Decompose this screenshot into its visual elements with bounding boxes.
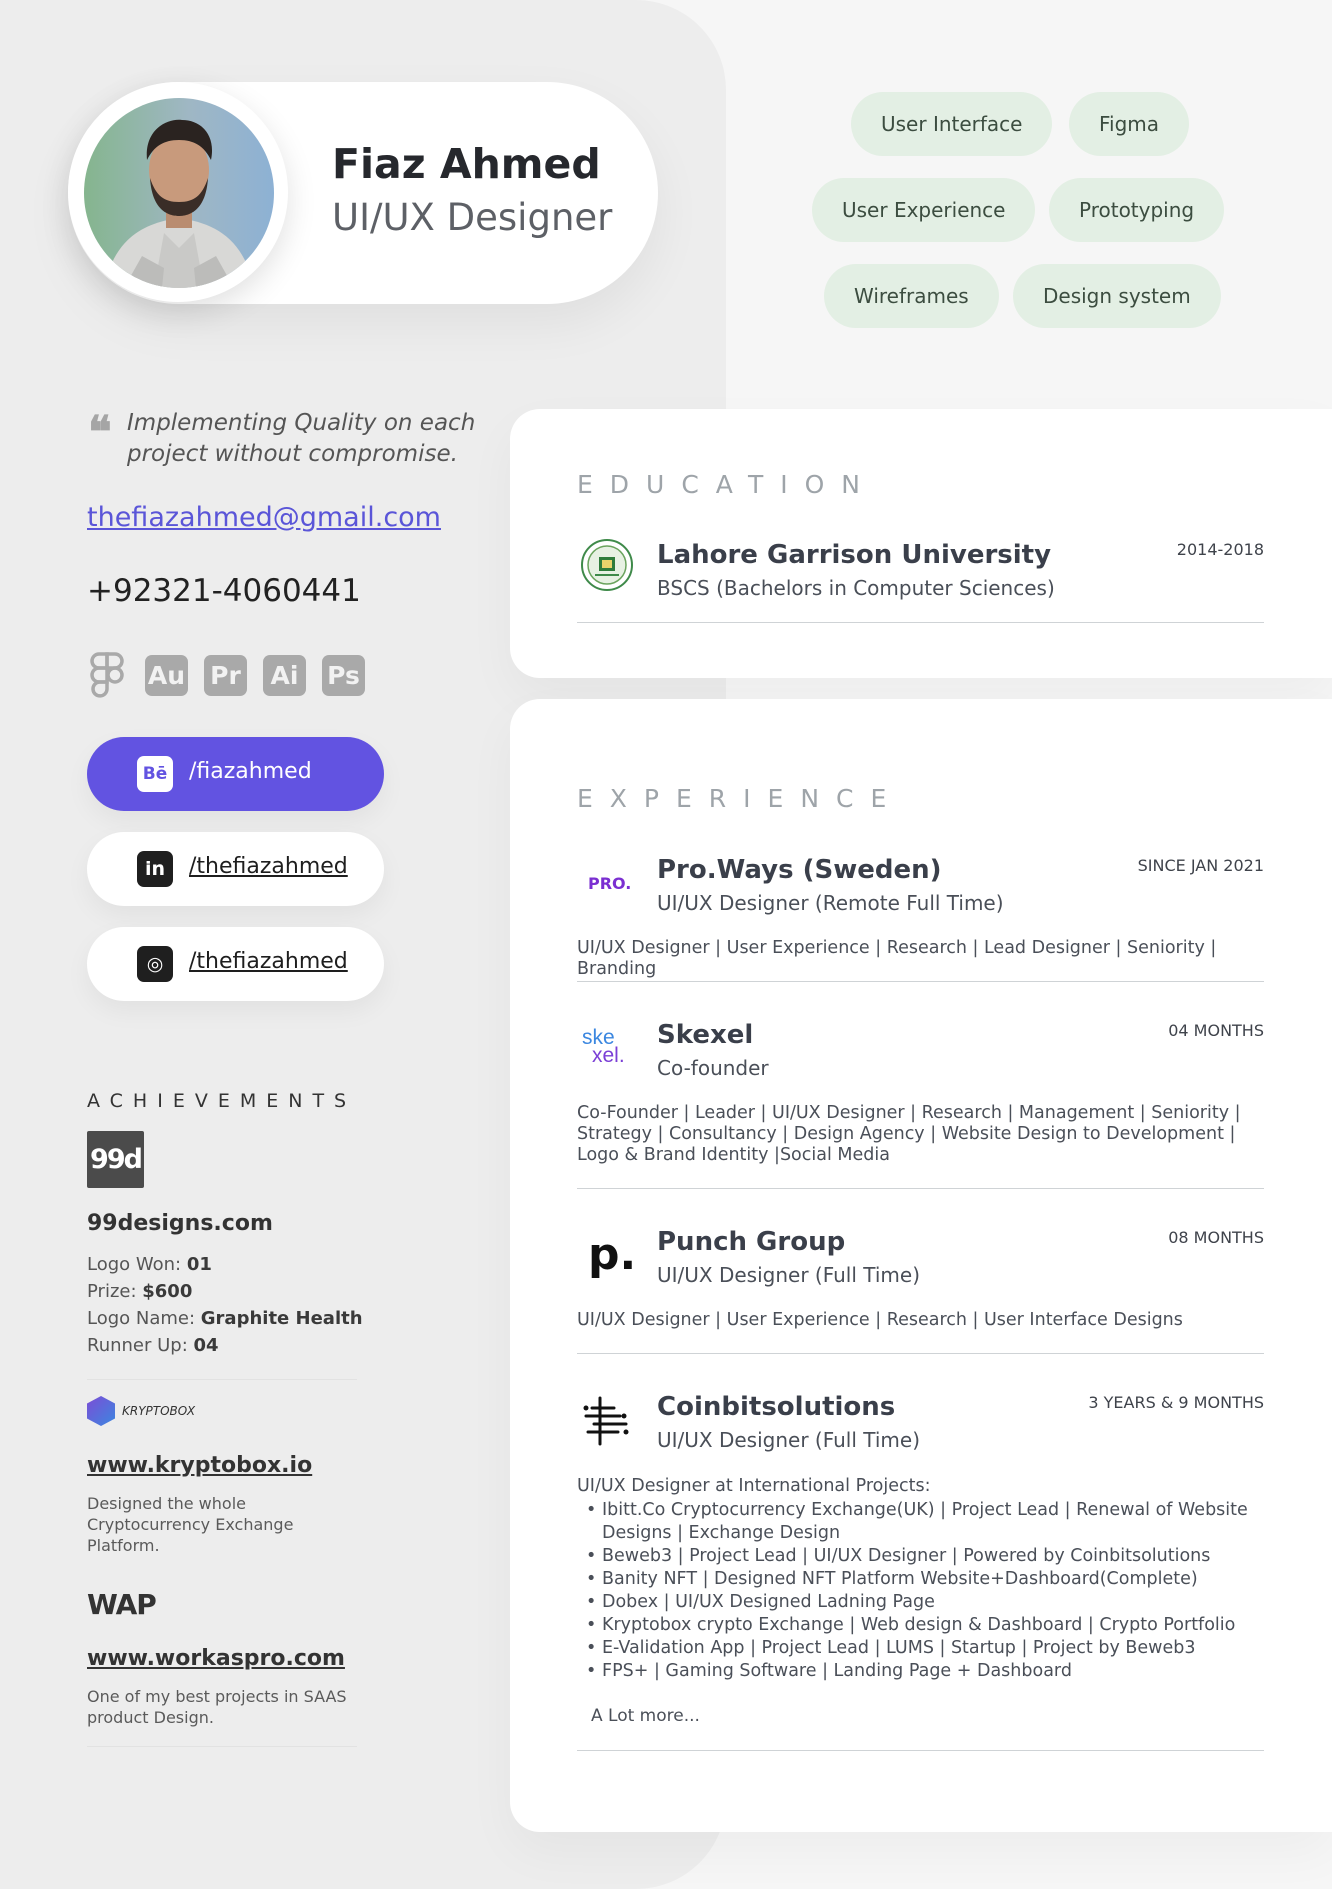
illustrator-icon: Ai <box>263 655 306 696</box>
job-description: UI/UX Designer | User Experience | Resea… <box>577 1310 1183 1330</box>
job-duration: 08 MONTHS <box>1168 1228 1264 1247</box>
job-role: UI/UX Designer (Remote Full Time) <box>657 891 1004 915</box>
achievement-line: Logo Won: 01 <box>87 1254 212 1275</box>
list-item: Dobex | UI/UX Designed Ladning Page <box>577 1591 1277 1614</box>
achievements-heading: ACHIEVEMENTS <box>87 1090 357 1112</box>
skill-tag: Prototyping <box>1049 178 1225 242</box>
figma-icon <box>90 652 124 702</box>
divider <box>577 1188 1264 1189</box>
divider <box>577 1750 1264 1751</box>
linkedin-icon: in <box>137 851 173 887</box>
job-role: UI/UX Designer (Full Time) <box>657 1428 921 1452</box>
skexel-logo: ske xel. <box>580 1022 634 1076</box>
school-name: Lahore Garrison University <box>657 540 1052 570</box>
job-duration: 04 MONTHS <box>1168 1021 1264 1040</box>
company-name: Pro.Ways (Sweden) <box>657 855 942 885</box>
workaspro-desc: One of my best projects in SAAS product … <box>87 1687 347 1727</box>
divider <box>577 1353 1264 1354</box>
achievement-line: Runner Up: 04 <box>87 1335 219 1356</box>
job-duration: 3 YEARS & 9 MONTHS <box>1088 1393 1264 1412</box>
skill-tag: Figma <box>1069 92 1190 156</box>
project-list-intro: UI/UX Designer at International Projects… <box>577 1476 931 1496</box>
education-heading: EDUCATION <box>577 470 877 499</box>
experience-heading: EXPERIENCE <box>577 784 904 813</box>
skill-tag: Design system <box>1013 264 1221 328</box>
99designs-site: 99designs.com <box>87 1211 273 1236</box>
coinbit-project-list: UI/UX Designer at International Projects… <box>577 1475 1277 1683</box>
email-link[interactable]: thefiazahmed@gmail.com <box>87 502 441 533</box>
list-item: E-Validation App | Project Lead | LUMS |… <box>577 1637 1277 1660</box>
punch-group-logo: p. <box>588 1229 637 1280</box>
list-item: Beweb3 | Project Lead | UI/UX Designer |… <box>577 1545 1277 1568</box>
job-role: Co-founder <box>657 1056 769 1080</box>
job-duration: SINCE JAN 2021 <box>1137 856 1264 875</box>
job-description: UI/UX Designer | User Experience | Resea… <box>577 938 1217 979</box>
achievement-line: Logo Name: Graphite Health <box>87 1308 363 1329</box>
instagram-icon: ◎ <box>137 946 173 982</box>
list-item: Ibitt.Co Cryptocurrency Exchange(UK) | P… <box>577 1499 1277 1545</box>
skill-tags: User Interface Figma User Experience Pro… <box>0 92 1332 332</box>
workaspro-logo: WAP <box>87 1588 157 1621</box>
99designs-logo: 99d <box>87 1131 144 1188</box>
workaspro-link[interactable]: www.workaspro.com <box>87 1646 345 1671</box>
photoshop-icon: Ps <box>322 655 365 696</box>
achievement-line: Prize: $600 <box>87 1281 193 1302</box>
premiere-icon: Pr <box>204 655 247 696</box>
company-name: Coinbitsolutions <box>657 1392 896 1422</box>
job-role: UI/UX Designer (Full Time) <box>657 1263 921 1287</box>
skill-tag: User Experience <box>812 178 1036 242</box>
kryptobox-desc: Designed the whole Cryptocurrency Exchan… <box>87 1494 294 1555</box>
kryptobox-logo-text: KRYPTOBOX <box>122 1404 196 1418</box>
list-item: FPS+ | Gaming Software | Landing Page + … <box>577 1660 1277 1683</box>
skill-tag: User Interface <box>851 92 1053 156</box>
linkedin-link-button[interactable]: in /thefiazahmed <box>87 832 384 906</box>
skill-tag: Wireframes <box>824 264 999 328</box>
behance-handle: /fiazahmed <box>189 759 312 784</box>
divider <box>577 981 1264 982</box>
degree: BSCS (Bachelors in Computer Sciences) <box>657 576 1055 600</box>
instagram-handle: /thefiazahmed <box>189 949 348 974</box>
divider <box>87 1746 357 1747</box>
behance-icon: Bē <box>137 756 173 792</box>
behance-link-button[interactable]: Bē /fiazahmed <box>87 737 384 811</box>
company-name: Skexel <box>657 1020 754 1050</box>
phone-number: +92321-4060441 <box>87 573 361 609</box>
svg-text:xel.: xel. <box>592 1044 625 1067</box>
company-name: Punch Group <box>657 1227 846 1257</box>
divider <box>577 622 1264 623</box>
instagram-link-button[interactable]: ◎ /thefiazahmed <box>87 927 384 1001</box>
linkedin-handle: /thefiazahmed <box>189 854 348 879</box>
coinbitsolutions-logo <box>580 1394 634 1448</box>
quote-icon: ❝ <box>88 407 112 458</box>
kryptobox-link[interactable]: www.kryptobox.io <box>87 1453 312 1478</box>
education-years: 2014-2018 <box>1176 540 1264 559</box>
audition-icon: Au <box>145 655 188 696</box>
list-item: Kryptobox crypto Exchange | Web design &… <box>577 1614 1277 1637</box>
university-seal-icon <box>580 538 634 592</box>
divider <box>87 1379 357 1380</box>
job-description: Co-Founder | Leader | UI/UX Designer | R… <box>577 1103 1241 1165</box>
tagline-quote: Implementing Quality on each project wit… <box>127 410 476 467</box>
more-projects-text: A Lot more... <box>591 1706 700 1726</box>
proways-logo: PRO. <box>588 874 632 893</box>
list-item: Banity NFT | Designed NFT Platform Websi… <box>577 1568 1277 1591</box>
